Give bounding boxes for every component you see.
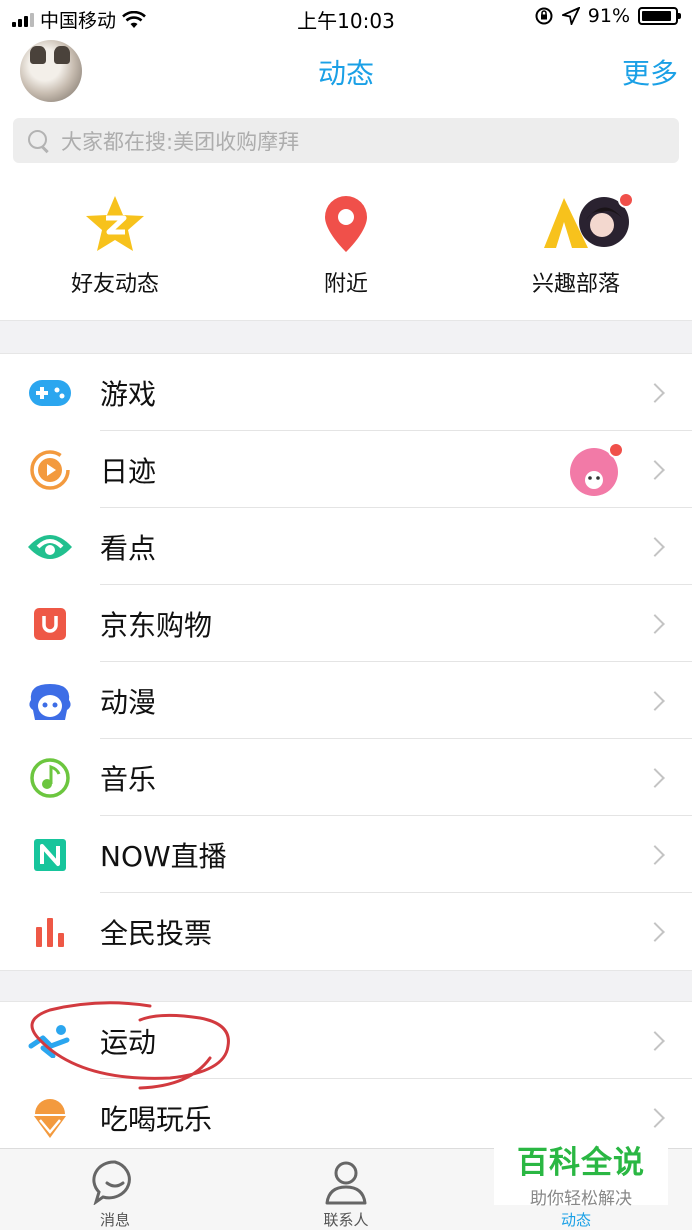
list-item-label: 游戏 bbox=[100, 377, 157, 411]
music-note-icon bbox=[0, 739, 100, 816]
status-bar: 中国移动 上午10:03 91% bbox=[0, 0, 692, 36]
tab-messages[interactable]: 消息 bbox=[40, 1149, 190, 1230]
chevron-right-icon bbox=[645, 536, 665, 557]
play-circle-icon bbox=[0, 431, 100, 508]
list-item-label: 运动 bbox=[100, 1025, 157, 1059]
chevron-right-icon bbox=[645, 844, 665, 865]
watermark: 百科全说 助你轻松解决 bbox=[494, 1133, 668, 1209]
battery-percent: 91% bbox=[587, 5, 630, 27]
list-item-games[interactable]: 游戏 bbox=[0, 354, 692, 431]
section-separator bbox=[0, 970, 692, 1002]
list-item-kandian[interactable]: 看点 bbox=[0, 508, 692, 585]
section-separator bbox=[0, 320, 692, 354]
list-item-daily-trace[interactable]: 日迹 bbox=[0, 431, 692, 508]
list-item-label: 全民投票 bbox=[100, 916, 213, 950]
page-title: 动态 bbox=[317, 57, 374, 90]
chevron-right-icon bbox=[645, 382, 665, 403]
list-item-label: 动漫 bbox=[100, 685, 157, 719]
battery-icon bbox=[638, 7, 681, 25]
battery-fill bbox=[642, 11, 672, 21]
more-button[interactable]: 更多 bbox=[622, 52, 678, 92]
gamepad-icon bbox=[0, 354, 100, 431]
quick-item-label: 好友动态 bbox=[70, 272, 159, 297]
tab-label: 联系人 bbox=[323, 1211, 369, 1229]
runner-icon bbox=[0, 1002, 100, 1079]
qzone-star-icon bbox=[15, 190, 215, 258]
contact-person-icon bbox=[325, 1161, 367, 1205]
now-live-icon bbox=[0, 816, 100, 893]
tab-label: 动态 bbox=[560, 1211, 591, 1229]
ice-cream-icon bbox=[0, 1079, 100, 1156]
list-item-label: 音乐 bbox=[100, 762, 157, 796]
search-icon bbox=[27, 129, 51, 153]
list-item-sports[interactable]: 运动 bbox=[0, 1002, 692, 1079]
search-placeholder: 大家都在搜:美团收购摩拜 bbox=[61, 129, 300, 154]
list-item-voting[interactable]: 全民投票 bbox=[0, 893, 692, 970]
bar-chart-icon bbox=[0, 893, 100, 970]
watermark-title: 百科全说 bbox=[517, 1145, 645, 1181]
quick-item-label: 兴趣部落 bbox=[531, 272, 620, 297]
eye-icon bbox=[0, 508, 100, 585]
chat-bubble-icon bbox=[92, 1160, 131, 1205]
list-item-label: 日迹 bbox=[100, 454, 157, 488]
tribe-tent-icon bbox=[476, 190, 676, 258]
app-list-primary: 游戏 日迹 看点 京东购物 动漫 音乐 NOW直播 全民投票 bbox=[0, 354, 692, 970]
chevron-right-icon bbox=[645, 1107, 665, 1128]
chevron-right-icon bbox=[645, 690, 665, 711]
status-right: 91% bbox=[534, 5, 681, 27]
list-item-label: 吃喝玩乐 bbox=[100, 1102, 213, 1136]
chevron-right-icon bbox=[645, 1030, 665, 1051]
location-pin-icon bbox=[246, 190, 446, 258]
tab-label: 消息 bbox=[99, 1211, 130, 1229]
list-item-label: 看点 bbox=[100, 531, 157, 565]
chevron-right-icon bbox=[645, 921, 665, 942]
tab-contacts[interactable]: 联系人 bbox=[271, 1149, 421, 1230]
search-bar[interactable]: 大家都在搜:美团收购摩拜 bbox=[13, 118, 679, 163]
quick-item-interest-tribe[interactable]: 兴趣部落 bbox=[476, 190, 676, 298]
rotation-lock-icon bbox=[535, 7, 553, 25]
quick-item-nearby[interactable]: 附近 bbox=[246, 190, 446, 298]
list-item-anime[interactable]: 动漫 bbox=[0, 662, 692, 739]
list-item-now-live[interactable]: NOW直播 bbox=[0, 816, 692, 893]
quick-item-friends-feed[interactable]: 好友动态 bbox=[15, 190, 215, 298]
chevron-right-icon bbox=[645, 459, 665, 480]
list-item-label: 京东购物 bbox=[100, 608, 213, 642]
chevron-right-icon bbox=[645, 767, 665, 788]
list-item-music[interactable]: 音乐 bbox=[0, 739, 692, 816]
shopping-bag-icon bbox=[0, 585, 100, 662]
list-item-jd-shopping[interactable]: 京东购物 bbox=[0, 585, 692, 662]
quick-item-label: 附近 bbox=[323, 272, 368, 297]
quick-entries: 好友动态 附近 兴趣部落 bbox=[0, 190, 692, 310]
list-item-label: NOW直播 bbox=[100, 839, 227, 873]
watermark-subtitle: 助你轻松解决 bbox=[530, 1189, 632, 1209]
anime-face-icon bbox=[0, 662, 100, 739]
location-arrow-icon bbox=[561, 7, 580, 25]
campus-sticker-icon bbox=[570, 441, 624, 496]
nav-header: 动态 更多 bbox=[0, 36, 692, 108]
chevron-right-icon bbox=[645, 613, 665, 634]
